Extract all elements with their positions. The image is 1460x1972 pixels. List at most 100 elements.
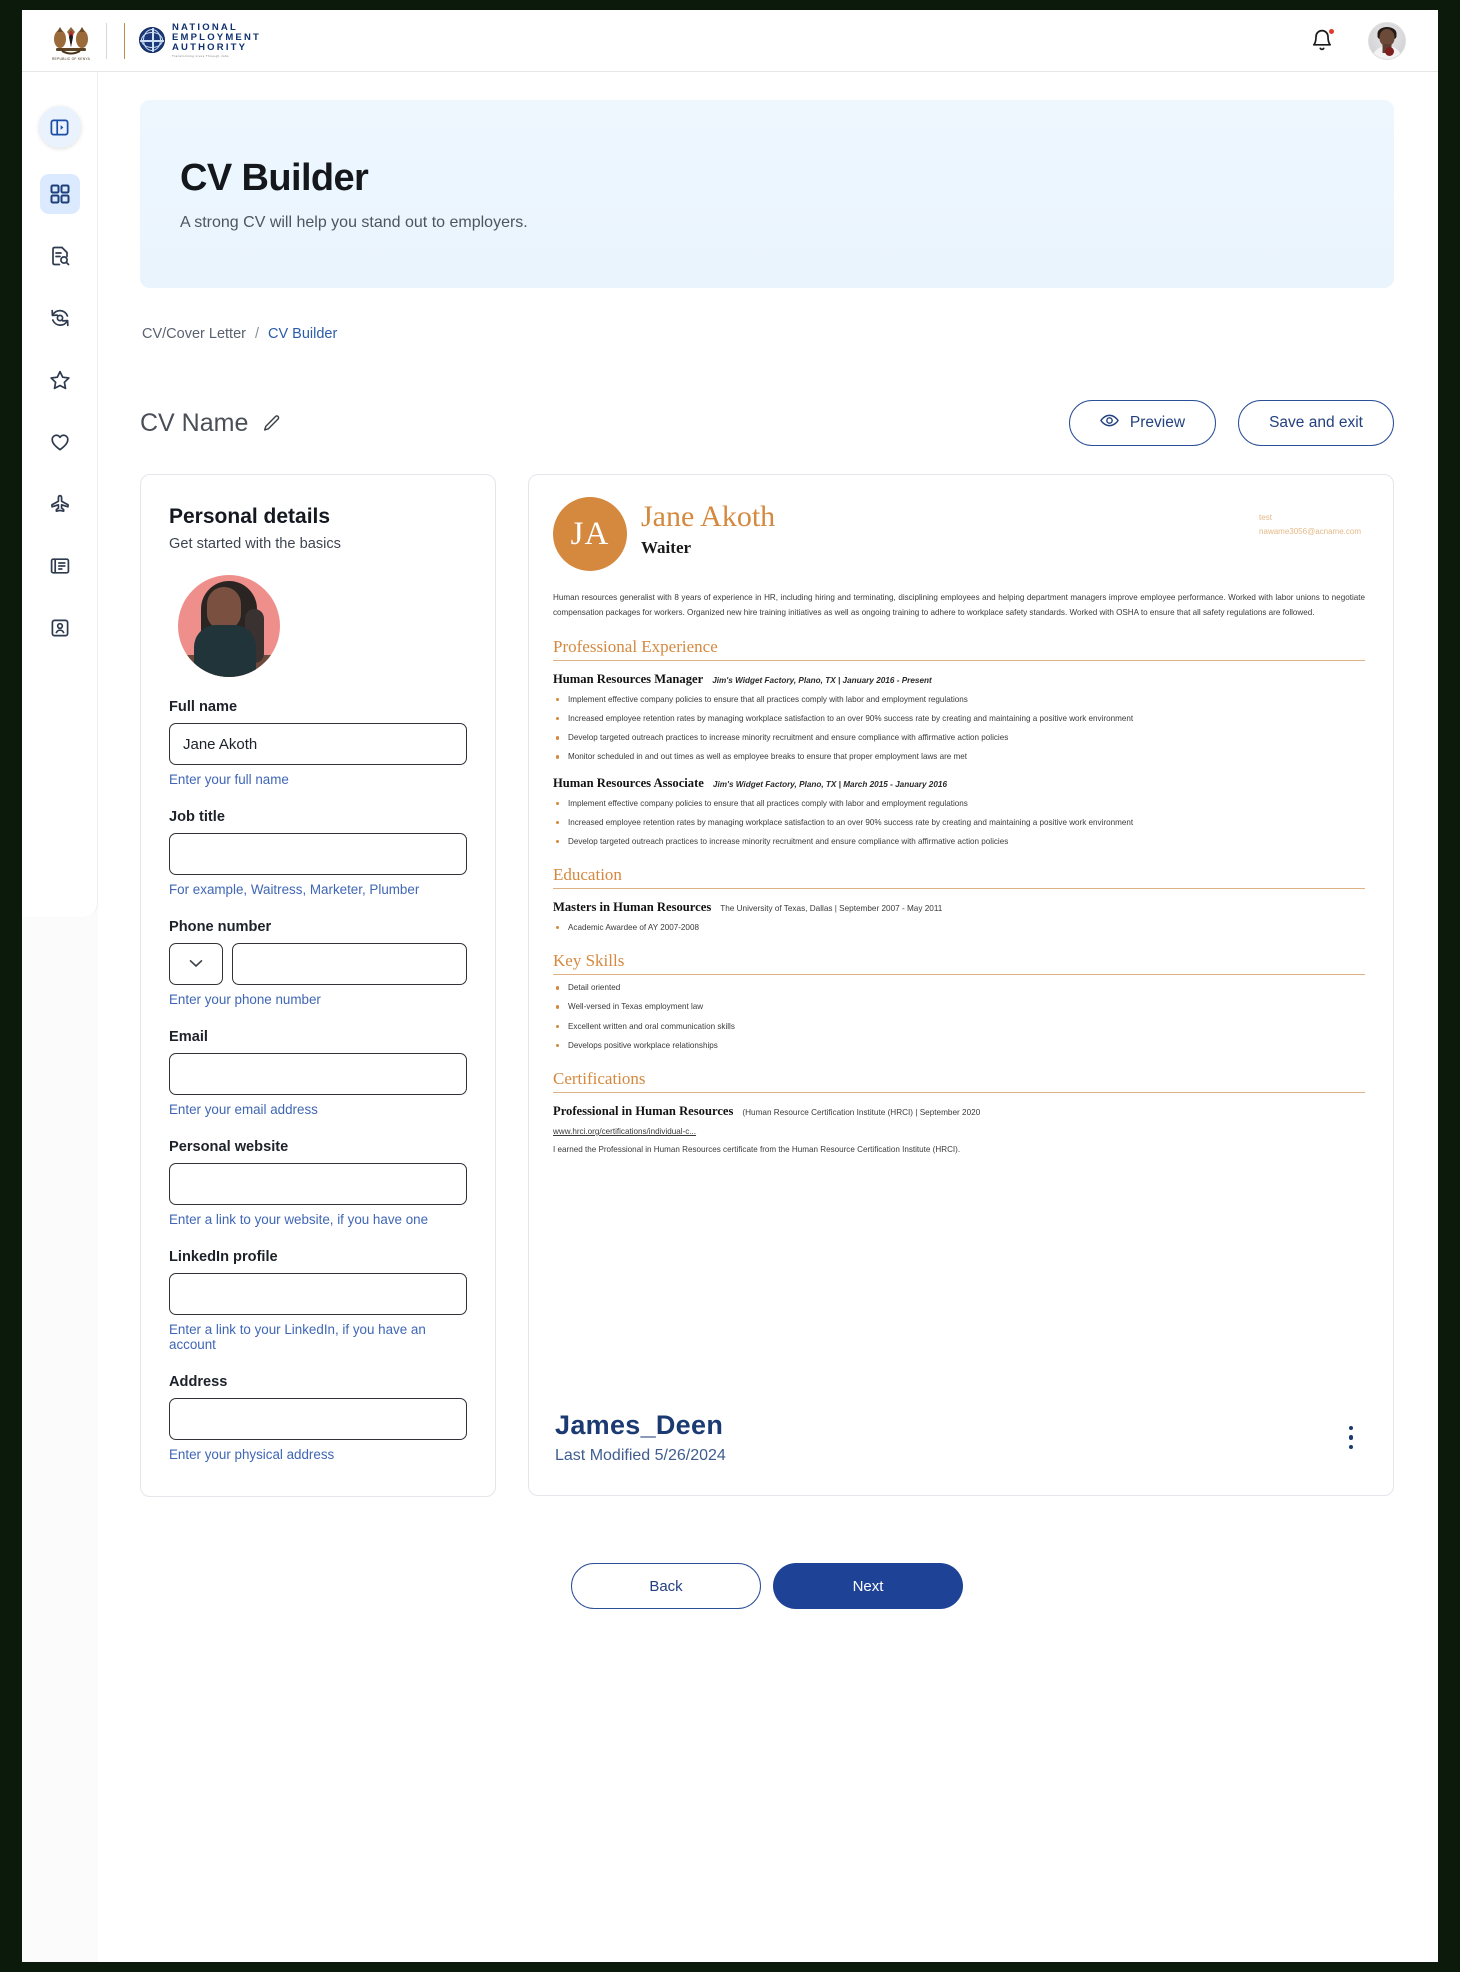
field-address: Address Enter your physical address <box>169 1374 467 1462</box>
cv-entry-header: Masters in Human Resources The University… <box>553 900 1365 915</box>
cv-section-heading: Certifications <box>553 1069 1365 1093</box>
sidebar-item-saved[interactable] <box>40 422 80 462</box>
avatar[interactable] <box>1368 21 1406 60</box>
cv-entry-link[interactable]: www.hrci.org/certifications/individual-c… <box>553 1127 1365 1136</box>
label-phone-number: Phone number <box>169 919 272 935</box>
label-address: Address <box>169 1374 228 1390</box>
history-refresh-icon <box>49 307 71 329</box>
hint-job-title: For example, Waitress, Marketer, Plumber <box>169 882 420 897</box>
nea-logo: NATIONAL EMPLOYMENT AUTHORITY Transformi… <box>139 22 261 58</box>
cv-bullet-item: Develop targeted outreach practices to i… <box>553 835 1365 849</box>
cv-bullet-item: Monitor scheduled in and out times as we… <box>553 750 1365 764</box>
cv-entry-meta: Jim's Widget Factory, Plano, TX | March … <box>712 779 947 789</box>
cv-entry-header: Human Resources Manager Jim's Widget Fact… <box>553 672 1365 687</box>
brand-divider <box>106 22 107 59</box>
cv-preview-card[interactable]: JA Jane Akoth Waiter test nawame3056@acn… <box>528 474 1394 1496</box>
field-email: Email Enter your email address <box>169 1029 467 1117</box>
chevron-down-icon <box>189 955 203 973</box>
more-options-icon[interactable] <box>1343 1420 1360 1456</box>
cv-contact-line-2: nawame3056@acname.com <box>1259 527 1361 536</box>
cv-bullet-item: Increased employee retention rates by ma… <box>553 712 1365 726</box>
cv-header: JA Jane Akoth Waiter test nawame3056@acn… <box>553 497 1365 571</box>
star-icon <box>49 369 71 391</box>
job-title-input[interactable] <box>169 833 467 875</box>
cv-bullet-item: Detail oriented <box>553 981 1365 995</box>
cv-entry-title: Human Resources Associate <box>553 775 704 790</box>
cv-entry-header: Professional in Human Resources (Human Re… <box>553 1104 1365 1119</box>
email-input[interactable] <box>169 1053 467 1095</box>
notification-dot <box>1328 27 1335 35</box>
sidebar-item-travel[interactable] <box>40 484 80 524</box>
sidebar-item-job-search[interactable] <box>40 236 80 276</box>
pencil-edit-icon[interactable] <box>262 414 281 433</box>
document-title: James_Deen <box>555 1410 724 1440</box>
field-linkedin-profile: LinkedIn profile Enter a link to your Li… <box>169 1249 467 1352</box>
cv-bullet-list: Detail oriented Well-versed in Texas empl… <box>553 981 1365 1053</box>
label-personal-website: Personal website <box>169 1139 289 1155</box>
save-and-exit-button[interactable]: Save and exit <box>1238 400 1394 446</box>
sidebar <box>22 72 98 917</box>
sidebar-item-dashboard[interactable] <box>39 174 80 214</box>
news-building-icon <box>49 555 71 577</box>
cv-document-footer: James_Deen Last Modified 5/26/2024 <box>529 1384 1393 1495</box>
form-heading: Personal details <box>169 505 331 528</box>
breadcrumb-parent[interactable]: CV/Cover Letter <box>142 326 246 342</box>
cv-entry-meta: The University of Texas, Dallas | Septem… <box>720 904 943 914</box>
phone-number-input[interactable] <box>232 943 467 985</box>
cv-contact-line-1: test <box>1259 513 1272 522</box>
cv-entry-header: Human Resources Associate Jim's Widget Fa… <box>553 776 1365 791</box>
sidebar-item-profile[interactable] <box>40 608 80 648</box>
preview-label: Preview <box>1129 414 1186 431</box>
field-phone-number: Phone number Enter your phone number <box>169 919 467 1007</box>
page-hero: CV Builder A strong CV will help you sta… <box>140 100 1394 288</box>
country-code-select[interactable] <box>169 943 223 985</box>
cv-bullet-list: Implement effective company policies to … <box>553 797 1365 849</box>
breadcrumb-current[interactable]: CV Builder <box>268 326 337 342</box>
kenya-coat-of-arms-icon: REPUBLIC OF KENYA <box>50 21 92 61</box>
page-subtitle: A strong CV will help you stand out to e… <box>180 213 528 231</box>
panel-collapse-icon <box>49 117 70 138</box>
cv-sections: Professional Experience Human Resources M… <box>553 637 1365 1154</box>
hint-email: Enter your email address <box>169 1102 318 1117</box>
document-search-icon <box>49 245 71 267</box>
sidebar-item-news[interactable] <box>40 546 80 586</box>
cv-monogram: JA <box>553 497 627 571</box>
document-modified: Last Modified 5/26/2024 <box>555 1447 726 1464</box>
main-content: CV Builder A strong CV will help you sta… <box>98 72 1438 1962</box>
profile-photo[interactable] <box>178 575 280 677</box>
cv-entry-meta: (Human Resource Certification Institute … <box>742 1107 981 1117</box>
cv-contact-info: test nawame3056@acname.com <box>1259 511 1361 539</box>
hint-full-name: Enter your full name <box>169 772 289 787</box>
hint-linkedin-profile: Enter a link to your LinkedIn, if you ha… <box>169 1322 426 1352</box>
next-button[interactable]: Next <box>773 1563 963 1609</box>
sidebar-item-collapse-panel[interactable] <box>38 106 81 148</box>
wizard-navigation: Back Next <box>140 1563 1394 1609</box>
eye-icon <box>1100 413 1119 433</box>
personal-details-form: Personal details Get started with the ba… <box>140 474 496 1497</box>
sidebar-item-history[interactable] <box>40 298 80 338</box>
cv-person-role: Waiter <box>641 537 692 557</box>
personal-website-input[interactable] <box>169 1163 467 1205</box>
cv-bullet-list: Implement effective company policies to … <box>553 693 1365 765</box>
linkedin-profile-input[interactable] <box>169 1273 467 1315</box>
full-name-input[interactable] <box>169 723 467 765</box>
cv-bullet-item: Well-versed in Texas employment law <box>553 1000 1365 1014</box>
cv-section-heading: Professional Experience <box>553 637 1365 661</box>
notification-bell-icon[interactable] <box>1310 27 1335 54</box>
cv-actions: Preview Save and exit <box>1068 400 1394 446</box>
preview-button[interactable]: Preview <box>1068 400 1217 446</box>
page-title: CV Builder <box>180 157 369 199</box>
brand-divider-accent <box>124 22 125 59</box>
cv-entry-note: I earned the Professional in Human Resou… <box>553 1144 961 1154</box>
cv-bullet-item: Academic Awardee of AY 2007-2008 <box>553 921 1365 935</box>
back-button[interactable]: Back <box>571 1563 761 1609</box>
editor-columns: Personal details Get started with the ba… <box>140 474 1394 1497</box>
breadcrumb: CV/Cover Letter / CV Builder <box>142 326 1394 342</box>
label-email: Email <box>169 1029 208 1045</box>
cv-bullet-list: Academic Awardee of AY 2007-2008 <box>553 921 1365 935</box>
address-input[interactable] <box>169 1398 467 1440</box>
label-linkedin-profile: LinkedIn profile <box>169 1249 278 1265</box>
cv-bullet-item: Develops positive workplace relationship… <box>553 1039 1365 1053</box>
cv-section-heading: Education <box>553 865 1365 890</box>
sidebar-item-favorites[interactable] <box>40 360 80 400</box>
